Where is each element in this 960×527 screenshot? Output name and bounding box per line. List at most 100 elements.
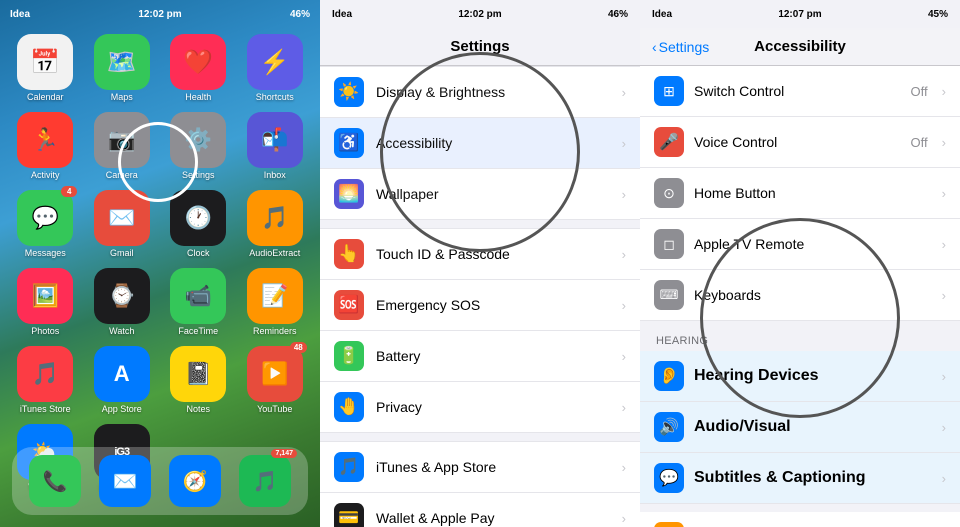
voice-control-icon: 🎤 bbox=[654, 127, 684, 157]
wallet-label: Wallet & Apple Pay bbox=[376, 510, 610, 526]
app-facetime[interactable]: 📹 FaceTime bbox=[163, 268, 234, 336]
privacy-chevron: › bbox=[622, 400, 626, 415]
settings-group-store: 🎵 iTunes & App Store › 💳 Wallet & Apple … bbox=[320, 441, 640, 527]
app-gmail[interactable]: ✉️ Gmail bbox=[87, 190, 158, 258]
settings-row-battery[interactable]: 🔋 Battery › bbox=[320, 331, 640, 382]
display-label: Display & Brightness bbox=[376, 84, 610, 100]
acc-row-home-button[interactable]: ⊙ Home Button › bbox=[640, 168, 960, 219]
app-calendar[interactable]: 📅 Calendar bbox=[10, 34, 81, 102]
privacy-label: Privacy bbox=[376, 399, 610, 415]
apple-tv-remote-label: Apple TV Remote bbox=[694, 236, 932, 252]
switch-control-label: Switch Control bbox=[694, 83, 901, 99]
dock-mail[interactable]: ✉️ bbox=[99, 455, 151, 507]
app-maps[interactable]: 🗺️ Maps bbox=[87, 34, 158, 102]
battery-label: Battery bbox=[376, 348, 610, 364]
apple-tv-remote-chevron: › bbox=[942, 237, 946, 252]
app-audioextract[interactable]: 🎵 AudioExtract bbox=[240, 190, 311, 258]
keyboards-chevron: › bbox=[942, 288, 946, 303]
acc-row-subtitles[interactable]: 💬 Subtitles & Captioning › bbox=[640, 453, 960, 504]
touchid-chevron: › bbox=[622, 247, 626, 262]
app-health[interactable]: ❤️ Health bbox=[163, 34, 234, 102]
switch-control-value: Off bbox=[911, 84, 928, 99]
sos-label: Emergency SOS bbox=[376, 297, 610, 313]
voice-control-chevron: › bbox=[942, 135, 946, 150]
dock-safari[interactable]: 🧭 bbox=[169, 455, 221, 507]
time-label: 12:02 pm bbox=[138, 9, 181, 20]
acc-group-hearing: 👂 Hearing Devices › 🔊 Audio/Visual › 💬 S… bbox=[640, 351, 960, 504]
app-grid: 📅 Calendar 🗺️ Maps ❤️ Health ⚡ Shortcuts bbox=[10, 34, 310, 492]
app-settings[interactable]: ⚙️ Settings bbox=[163, 112, 234, 180]
acc-row-guided-access[interactable]: ◎ Guided Access On › bbox=[640, 512, 960, 527]
settings-group-security: 👆 Touch ID & Passcode › 🆘 Emergency SOS … bbox=[320, 228, 640, 433]
acc-row-switch-control[interactable]: ⊞ Switch Control Off › bbox=[640, 66, 960, 117]
acc-status-bar: Idea 12:07 pm 45% bbox=[640, 0, 960, 28]
acc-nav-title: Accessibility bbox=[754, 38, 846, 55]
itunes-icon: 🎵 bbox=[334, 452, 364, 482]
wallpaper-chevron: › bbox=[622, 187, 626, 202]
acc-group-motor: ⊞ Switch Control Off › 🎤 Voice Control O… bbox=[640, 66, 960, 321]
privacy-icon: 🤚 bbox=[334, 392, 364, 422]
app-photos[interactable]: 🖼️ Photos bbox=[10, 268, 81, 336]
s2-time: 12:02 pm bbox=[458, 9, 501, 20]
acc-back-button[interactable]: ‹ Settings bbox=[652, 39, 709, 55]
subtitles-icon: 💬 bbox=[654, 463, 684, 493]
app-inbox[interactable]: 📬 Inbox bbox=[240, 112, 311, 180]
accessibility-icon: ♿ bbox=[334, 128, 364, 158]
settings-row-privacy[interactable]: 🤚 Privacy › bbox=[320, 382, 640, 433]
settings-row-wallpaper[interactable]: 🌅 Wallpaper › bbox=[320, 169, 640, 220]
battery-chevron: › bbox=[622, 349, 626, 364]
app-youtube[interactable]: ▶️ 48 YouTube bbox=[240, 346, 311, 414]
settings-label: Settings bbox=[182, 170, 215, 180]
acc-row-audio-visual[interactable]: 🔊 Audio/Visual › bbox=[640, 402, 960, 453]
home-button-chevron: › bbox=[942, 186, 946, 201]
app-messages[interactable]: 💬 4 Messages bbox=[10, 190, 81, 258]
app-shortcuts[interactable]: ⚡ Shortcuts bbox=[240, 34, 311, 102]
back-chevron-icon: ‹ bbox=[652, 39, 657, 55]
settings-status-bar: Idea 12:02 pm 46% bbox=[320, 0, 640, 28]
app-camera[interactable]: 📷 Camera bbox=[87, 112, 158, 180]
settings-row-touchid[interactable]: 👆 Touch ID & Passcode › bbox=[320, 228, 640, 280]
wallet-chevron: › bbox=[622, 511, 626, 526]
app-reminders[interactable]: 📝 Reminders bbox=[240, 268, 311, 336]
subtitles-chevron: › bbox=[942, 471, 946, 486]
accessibility-chevron: › bbox=[622, 136, 626, 151]
s2-carrier: Idea bbox=[332, 9, 352, 20]
iphone-home-panel: Idea 12:02 pm 46% 📅 Calendar 🗺️ Maps ❤️ … bbox=[0, 0, 320, 527]
acc-row-keyboards[interactable]: ⌨ Keyboards › bbox=[640, 270, 960, 321]
app-dock: 📞 ✉️ 🧭 🎵 7,147 bbox=[12, 447, 308, 515]
app-activity[interactable]: 🏃 Activity bbox=[10, 112, 81, 180]
hearing-devices-icon: 👂 bbox=[654, 361, 684, 391]
settings-row-wallet[interactable]: 💳 Wallet & Apple Pay › bbox=[320, 493, 640, 527]
settings-nav-bar: Settings bbox=[320, 28, 640, 66]
settings-row-sos[interactable]: 🆘 Emergency SOS › bbox=[320, 280, 640, 331]
settings-row-accessibility[interactable]: ♿ Accessibility › bbox=[320, 118, 640, 169]
home-button-label: Home Button bbox=[694, 185, 932, 201]
settings-row-itunes[interactable]: 🎵 iTunes & App Store › bbox=[320, 441, 640, 493]
s3-battery: 45% bbox=[928, 9, 948, 20]
app-clock[interactable]: 🕐 Clock bbox=[163, 190, 234, 258]
app-notes[interactable]: 📓 Notes bbox=[163, 346, 234, 414]
acc-row-apple-tv-remote[interactable]: ◻ Apple TV Remote › bbox=[640, 219, 960, 270]
home-status-bar: Idea 12:02 pm 46% bbox=[0, 0, 320, 28]
dock-spotify[interactable]: 🎵 7,147 bbox=[239, 455, 291, 507]
dock-phone[interactable]: 📞 bbox=[29, 455, 81, 507]
sos-chevron: › bbox=[622, 298, 626, 313]
audio-visual-label: Audio/Visual bbox=[694, 418, 932, 436]
settings-row-display[interactable]: ☀️ Display & Brightness › bbox=[320, 66, 640, 118]
touchid-icon: 👆 bbox=[334, 239, 364, 269]
battery-label: 46% bbox=[290, 9, 310, 20]
sos-icon: 🆘 bbox=[334, 290, 364, 320]
apple-tv-remote-icon: ◻ bbox=[654, 229, 684, 259]
app-appstore[interactable]: A App Store bbox=[87, 346, 158, 414]
app-watch[interactable]: ⌚ Watch bbox=[87, 268, 158, 336]
hearing-devices-label: Hearing Devices bbox=[694, 367, 932, 385]
wallet-icon: 💳 bbox=[334, 503, 364, 527]
guided-access-icon: ◎ bbox=[654, 522, 684, 527]
s3-time: 12:07 pm bbox=[778, 9, 821, 20]
acc-row-voice-control[interactable]: 🎤 Voice Control Off › bbox=[640, 117, 960, 168]
acc-row-hearing-devices[interactable]: 👂 Hearing Devices › bbox=[640, 351, 960, 402]
subtitles-label: Subtitles & Captioning bbox=[694, 469, 932, 487]
app-itunes[interactable]: 🎵 iTunes Store bbox=[10, 346, 81, 414]
accessibility-panel: Idea 12:07 pm 45% ‹ Settings Accessibili… bbox=[640, 0, 960, 527]
audio-visual-icon: 🔊 bbox=[654, 412, 684, 442]
